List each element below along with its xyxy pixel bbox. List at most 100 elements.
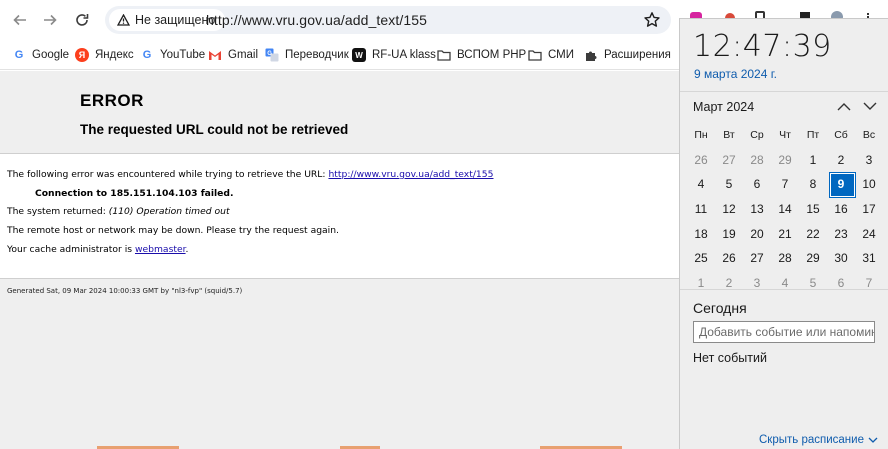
calendar-day[interactable]: 5 [799, 271, 827, 296]
calendar-day[interactable]: 28 [771, 246, 799, 271]
chevron-up-icon[interactable] [835, 99, 853, 113]
calendar-day[interactable]: 27 [715, 148, 743, 173]
bookmark-label: YouTube [160, 49, 206, 61]
calendar-day[interactable]: 23 [827, 222, 855, 247]
calendar-day[interactable]: 13 [743, 197, 771, 222]
calendar-day[interactable]: 18 [687, 222, 715, 247]
hide-schedule-label: Скрыть расписание [759, 434, 864, 446]
bookmark-label: Расширения [604, 49, 671, 61]
calendar-day[interactable]: 4 [687, 172, 715, 197]
bookmark-folder-vspom[interactable]: ВСПОМ РНР [437, 46, 526, 64]
calendar-day[interactable]: 1 [799, 148, 827, 173]
calendar-day[interactable]: 12 [715, 197, 743, 222]
calendar-day[interactable]: 6 [743, 172, 771, 197]
calendar-day[interactable]: 7 [771, 172, 799, 197]
system-returned-prefix: The system returned: [7, 206, 109, 217]
bookmark-translate[interactable]: G Переводчик [265, 46, 349, 64]
clock-time: 12:47:39 [693, 29, 832, 64]
month-nav [835, 99, 879, 115]
bookmark-label: RF-UA klass [372, 49, 436, 61]
bookmark-gmail[interactable]: Gmail [208, 46, 258, 64]
calendar-day[interactable]: 29 [771, 148, 799, 173]
svg-text:G: G [267, 51, 272, 57]
calendar-day[interactable]: 26 [715, 246, 743, 271]
calendar-day[interactable]: 22 [799, 222, 827, 247]
bookmark-rf-ua-klass[interactable]: W RF-UA klass [352, 46, 436, 64]
chevron-down-icon [868, 437, 878, 443]
calendar-day[interactable]: 8 [799, 172, 827, 197]
error-url-link[interactable]: http://www.vru.gov.ua/add_text/155 [328, 169, 493, 180]
calendar-day[interactable]: 6 [827, 271, 855, 296]
bookmark-label: Переводчик [285, 49, 349, 61]
divider [680, 91, 888, 92]
generated-footer: Generated Sat, 09 Mar 2024 10:00:33 GMT … [7, 287, 243, 295]
calendar-day[interactable]: 27 [743, 246, 771, 271]
calendar-week-row: 1234567 [687, 271, 884, 296]
calendar-week-row: 18 19 20 21 22 23 24 [687, 222, 884, 247]
calendar-day[interactable]: 11 [687, 197, 715, 222]
folder-icon [437, 48, 451, 62]
calendar-day[interactable]: 31 [855, 246, 883, 271]
calendar-day[interactable]: 3 [743, 271, 771, 296]
translate-icon: G [265, 48, 279, 62]
calendar-day[interactable]: 24 [855, 222, 883, 247]
bookmark-google[interactable]: G Google [12, 46, 69, 64]
weekday-label: Пт [806, 129, 820, 141]
calendar-day[interactable]: 2 [827, 148, 855, 173]
clock-date[interactable]: 9 марта 2024 г. [694, 67, 777, 81]
calendar-day[interactable]: 21 [771, 222, 799, 247]
back-button[interactable] [8, 8, 32, 32]
calendar-day[interactable]: 7 [855, 271, 883, 296]
reload-icon [76, 14, 89, 26]
warning-icon [117, 14, 130, 26]
bookmark-folder-smi[interactable]: СМИ [528, 46, 574, 64]
bookmark-youtube[interactable]: G YouTube [140, 46, 205, 64]
agenda-today-label: Сегодня [693, 300, 747, 316]
calendar-day[interactable]: 14 [771, 197, 799, 222]
bookmark-extensions[interactable]: Расширения [584, 46, 671, 64]
bookmark-yandex[interactable]: Я Яндекс [75, 46, 134, 64]
puzzle-icon [584, 48, 598, 62]
calendar-day[interactable]: 30 [827, 246, 855, 271]
calendar-day[interactable]: 10 [855, 172, 883, 197]
arrow-left-icon [13, 14, 26, 26]
weekday-label: Вт [723, 129, 735, 141]
hide-schedule-button[interactable]: Скрыть расписание [759, 434, 878, 446]
google-icon: G [142, 49, 152, 61]
calendar-day[interactable]: 17 [855, 197, 883, 222]
chevron-down-icon[interactable] [861, 99, 879, 113]
calendar-day[interactable]: 15 [799, 197, 827, 222]
error-subtitle: The requested URL could not be retrieved [80, 122, 349, 137]
weekday-label: Чт [779, 129, 791, 141]
calendar-day[interactable]: 28 [743, 148, 771, 173]
url-text[interactable]: http://www.vru.gov.ua/add_text/155 [206, 12, 427, 28]
calendar-day[interactable]: 26 [687, 148, 715, 173]
forward-button[interactable] [38, 8, 62, 32]
add-event-input[interactable]: Добавить событие или напоминание [693, 321, 875, 343]
calendar-day-number: 9 [837, 177, 845, 192]
calendar-week-row: 11 12 13 14 15 16 17 [687, 197, 884, 222]
calendar-day[interactable]: 25 [687, 246, 715, 271]
calendar-day[interactable]: 16 [827, 197, 855, 222]
reload-button[interactable] [70, 8, 94, 32]
calendar-day-today[interactable]: 9 [827, 172, 856, 199]
calendar-day[interactable]: 1 [687, 271, 715, 296]
address-bar[interactable]: Не защищено http://www.vru.gov.ua/add_te… [105, 6, 671, 34]
calendar-day[interactable]: 20 [743, 222, 771, 247]
weekday-label: Пн [694, 129, 708, 141]
error-url-line: The following error was encountered whil… [7, 169, 493, 180]
system-returned-message: (110) Operation timed out [108, 206, 230, 217]
calendar-day[interactable]: 5 [715, 172, 743, 197]
webmaster-link[interactable]: webmaster [135, 244, 186, 255]
calendar-month[interactable]: Март 2024 [693, 100, 754, 114]
calendar-day[interactable]: 4 [771, 271, 799, 296]
calendar-day[interactable]: 3 [855, 148, 883, 173]
star-icon[interactable] [643, 11, 661, 29]
calendar-grid: Пн Вт Ср Чт Пт Сб Вс 26 27 28 29 1 2 3 4 5 6 7 8 9 10 11 12 13 1… [687, 123, 884, 296]
calendar-day[interactable]: 2 [715, 271, 743, 296]
vk-icon: W [352, 48, 366, 62]
calendar-day[interactable]: 29 [799, 246, 827, 271]
error-title: ERROR [80, 91, 144, 110]
calendar-week-row: 25 26 27 28 29 30 31 [687, 246, 884, 271]
calendar-day[interactable]: 19 [715, 222, 743, 247]
